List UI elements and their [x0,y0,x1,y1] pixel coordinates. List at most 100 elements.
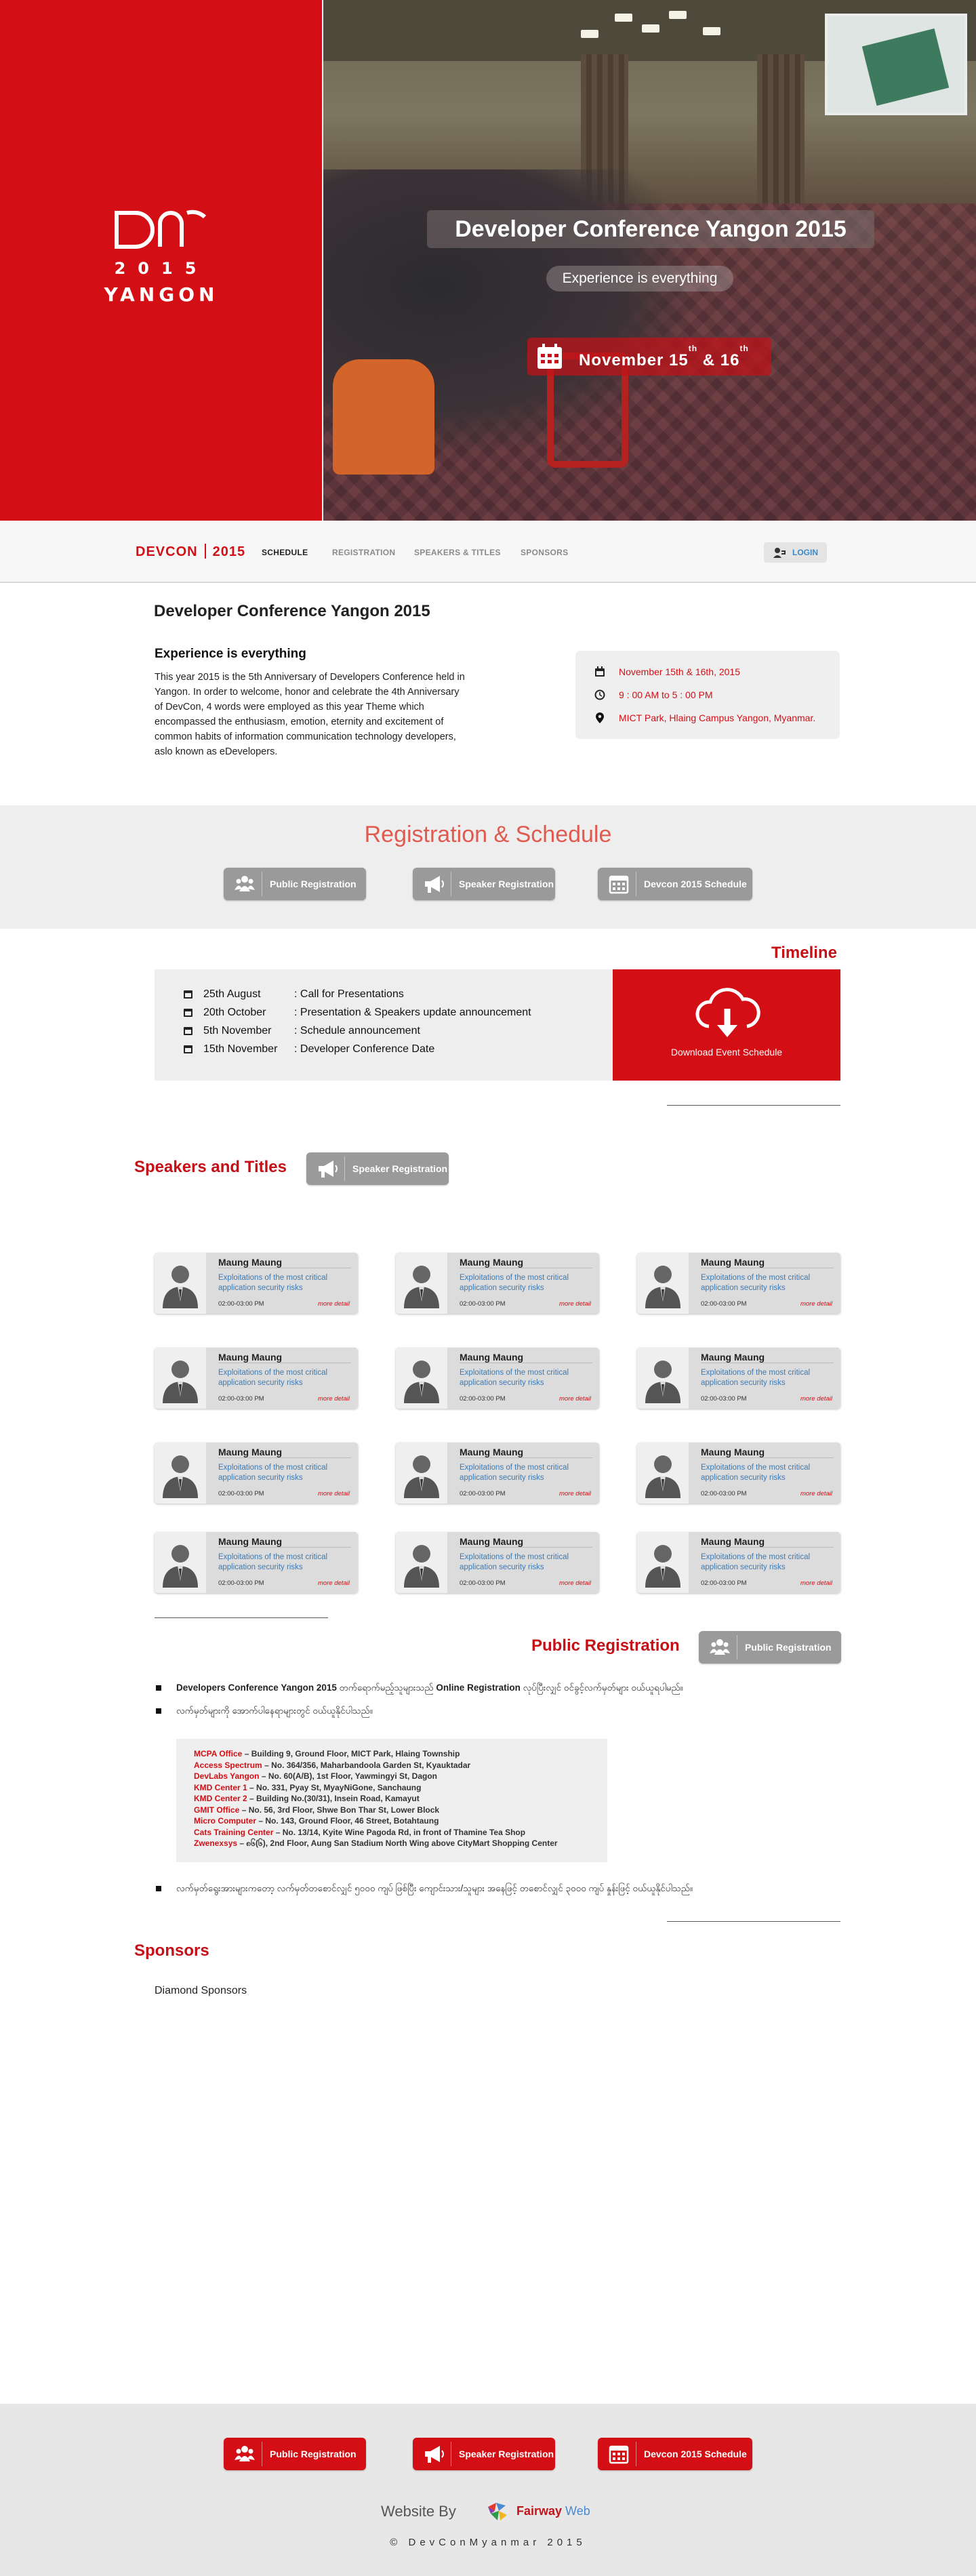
speaker-topic: Exploitations of the most critical appli… [460,1464,569,1482]
location-name: Access Spectrum [194,1760,262,1770]
hero-photo [323,0,976,521]
speaker-time: 02:00-03:00 PM [460,1300,506,1308]
speaker-topic: Exploitations of the most critical appli… [218,1553,328,1571]
divider [218,1547,351,1548]
timeline-date: 5th November [203,1025,272,1037]
user-icon [404,1455,439,1498]
nav-item-registration[interactable]: REGISTRATION [332,548,395,557]
date-text-2: & 16 [697,351,740,369]
public-registration-title: Public Registration [531,1636,680,1655]
footer-speaker-registration-button[interactable]: Speaker Registration [413,2438,555,2470]
registration-note-2: လက်မှတ်များကို အောက်ပါနေရာများတွင် ဝယ်ယူ… [156,1704,373,1718]
divider [218,1457,351,1458]
fairway-web-link[interactable]: Fairway Web [516,2504,590,2518]
location-name: DevLabs Yangon [194,1771,260,1781]
speaker-photo [396,1253,447,1314]
location-address: – No. 56, 3rd Floor, Shwe Bon Thar St, L… [241,1805,440,1815]
location-name: KMD Center 1 [194,1782,247,1792]
speaker-card[interactable]: Maung Maung Exploitations of the most cri… [396,1348,599,1409]
map-pin-icon [596,712,604,723]
speaker-name: Maung Maung [218,1536,283,1547]
divider [460,1457,592,1458]
more-detail-link[interactable]: more detail [800,1395,832,1403]
ticket-locations-box: MCPA Office – Building 9, Ground Floor, … [176,1739,607,1862]
location-name: Micro Computer [194,1816,257,1826]
speaker-card[interactable]: Maung Maung Exploitations of the most cri… [637,1443,840,1504]
more-detail-link[interactable]: more detail [318,1395,350,1403]
more-detail-link[interactable]: more detail [559,1300,591,1308]
divider [667,1921,840,1922]
timeline-row: 20th October: Presentation & Speakers up… [183,1005,590,1020]
speaker-name: Maung Maung [218,1257,283,1268]
fairway-logo-icon[interactable] [485,2500,510,2522]
speaker-time: 02:00-03:00 PM [460,1579,506,1587]
speaker-card[interactable]: Maung Maung Exploitations of the most cri… [637,1253,840,1314]
page-title: Developer Conference Yangon 2015 [154,602,430,620]
speaker-registration-button[interactable]: Speaker Registration [413,868,555,900]
more-detail-link[interactable]: more detail [318,1579,350,1587]
speaker-card[interactable]: Maung Maung Exploitations of the most cri… [396,1253,599,1314]
devcon-schedule-button[interactable]: Devcon 2015 Schedule [598,868,752,900]
public-registration-button[interactable]: Public Registration [224,868,366,900]
timeline-text: : Schedule announcement [294,1025,420,1037]
ticket-location: Cats Training Center – No. 13/14, Kyite … [194,1827,607,1838]
speaker-card[interactable]: Maung Maung Exploitations of the most cri… [155,1443,358,1504]
download-schedule-button[interactable]: Download Event Schedule [613,969,840,1081]
speaker-topic: Exploitations of the most critical appli… [218,1464,328,1482]
calendar-icon [184,1027,192,1035]
speaker-photo [637,1348,689,1409]
calendar-icon [595,666,605,677]
speaker-card[interactable]: Maung Maung Exploitations of the most cri… [396,1443,599,1504]
nav-brand[interactable]: DEVCON 2015 [136,544,245,560]
event-info-box: November 15th & 16th, 2015 9 : 00 AM to … [575,651,840,739]
speaker-topic: Exploitations of the most critical appli… [218,1274,328,1292]
nav-item-sponsors[interactable]: SPONSORS [521,548,568,557]
footer-public-registration-button[interactable]: Public Registration [224,2438,366,2470]
speaker-card[interactable]: Maung Maung Exploitations of the most cri… [396,1532,599,1593]
speaker-time: 02:00-03:00 PM [701,1395,747,1403]
nav-item-speakers[interactable]: SPEAKERS & TITLES [414,548,501,557]
ticket-location: DevLabs Yangon – No. 60(A/B), 1st Floor,… [194,1771,607,1782]
info-time-text: 9 : 00 AM to 5 : 00 PM [619,689,713,700]
more-detail-link[interactable]: more detail [559,1395,591,1403]
download-schedule-label: Download Event Schedule [670,1047,783,1058]
more-detail-link[interactable]: more detail [318,1490,350,1497]
login-button[interactable]: LOGIN [764,542,827,563]
more-detail-link[interactable]: more detail [800,1490,832,1497]
speaker-card[interactable]: Maung Maung Exploitations of the most cri… [637,1532,840,1593]
clock-icon [594,689,605,700]
nav-item-schedule[interactable]: SCHEDULE [262,548,308,557]
speaker-topic: Exploitations of the most critical appli… [218,1369,328,1387]
registration-note-3: လက်မှတ်ရွေးအားများကတော့ လက်မှတ်တစောင်လျှ… [156,1882,807,1895]
speaker-time: 02:00-03:00 PM [701,1579,747,1587]
people-icon [710,1639,730,1655]
more-detail-link[interactable]: more detail [559,1579,591,1587]
more-detail-link[interactable]: more detail [318,1300,350,1308]
more-detail-link[interactable]: more detail [800,1300,832,1308]
top-nav: DEVCON 2015 SCHEDULE REGISTRATION SPEAKER… [0,521,976,583]
speaker-card[interactable]: Maung Maung Exploitations of the most cri… [155,1253,358,1314]
more-detail-link[interactable]: more detail [559,1490,591,1497]
speaker-card[interactable]: Maung Maung Exploitations of the most cri… [155,1532,358,1593]
speaker-time: 02:00-03:00 PM [701,1490,747,1497]
speaker-name: Maung Maung [460,1536,524,1547]
location-address: – Building No.(30/31), Insein Road, Kama… [249,1794,420,1803]
speaker-card[interactable]: Maung Maung Exploitations of the most cri… [155,1348,358,1409]
speaker-photo [155,1348,206,1409]
hero-banner: 2015 YANGON Developer Conference Yangon … [0,0,976,521]
megaphone-icon [425,876,444,893]
footer-schedule-button[interactable]: Devcon 2015 Schedule [598,2438,752,2470]
public-registration-button[interactable]: Public Registration [699,1631,841,1664]
location-name: Cats Training Center [194,1827,274,1837]
speaker-registration-button[interactable]: Speaker Registration [306,1152,449,1185]
megaphone-icon [425,2446,444,2463]
speaker-card[interactable]: Maung Maung Exploitations of the most cri… [637,1348,840,1409]
calendar-icon [184,1045,192,1053]
speaker-photo [155,1532,206,1593]
diamond-sponsors-label: Diamond Sponsors [155,1985,247,1996]
footer-schedule-label: Devcon 2015 Schedule [644,2449,747,2459]
ticket-location: Access Spectrum – No. 364/356, Maharband… [194,1760,607,1771]
hero-subtitle: Experience is everything [546,266,733,291]
speaker-name: Maung Maung [460,1352,524,1363]
more-detail-link[interactable]: more detail [800,1579,832,1587]
